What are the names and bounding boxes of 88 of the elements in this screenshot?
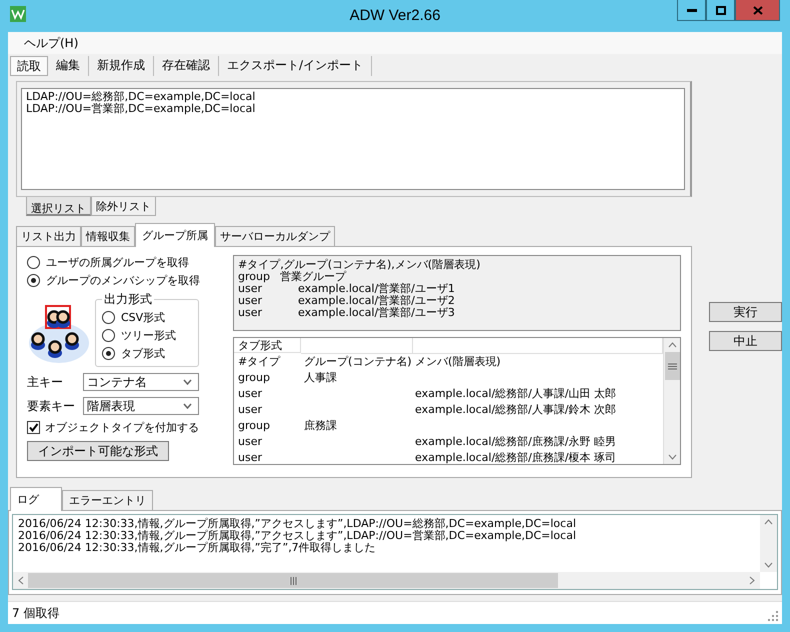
table-cell: 庶務課 [304,418,337,432]
radio-option[interactable]: CSV形式 [102,308,190,326]
scroll-up-icon[interactable] [668,342,676,348]
table-cell: 人事課 [304,370,337,384]
log-tab[interactable]: ログ [10,487,62,511]
list-tab[interactable]: 選択リスト [26,197,91,216]
log-line: 2016/06/24 12:30:33,情報,グループ所属取得,”アクセスします”,LDAP://OU=営業部,DC=example,DC=local [18,530,577,542]
preview-value: example.local/営業部/ユーザ3 [298,307,455,319]
main-tab[interactable]: 読取 [10,56,48,76]
log-line: 2016/06/24 12:30:33,情報,グループ所属取得,”アクセスします”,LDAP://OU=総務部,DC=example,DC=local [18,518,577,530]
main-tab[interactable]: 編集 [48,56,89,76]
action-button[interactable]: 中止 [709,331,782,351]
column-header[interactable]: タブ形式 [234,338,301,353]
scrollbar-thumb[interactable] [28,573,558,588]
scroll-down-icon[interactable] [668,454,676,460]
function-tab[interactable]: 情報収集 [81,226,135,246]
preview-header: #タイプ,グループ(コンテナ名),メンバ(階層表現) [238,259,482,271]
main-tab[interactable]: エクスポート/インポート [219,56,372,76]
table-cell: group [238,418,270,432]
resize-grip-icon [768,611,778,621]
minimize-icon [686,8,696,12]
minimize-button[interactable] [677,0,706,21]
radio-option[interactable]: グループのメンバシップを取得 [27,271,223,289]
dropdown[interactable]: コンテナ名 [83,373,199,391]
maximize-icon [716,6,726,14]
log-tab[interactable]: エラーエントリ [62,490,153,510]
field-label: 要素キー [27,398,76,414]
preview-value: example.local/営業部/ユーザ2 [298,295,455,307]
scroll-down-icon[interactable] [764,562,773,568]
horizontal-scrollbar[interactable] [13,572,760,589]
table-cell: グループ(コンテナ名) [304,354,412,368]
table-cell: example.local/総務部/庶務課/永野 睦男 [415,434,616,448]
main-tab[interactable]: 新規作成 [89,56,154,76]
maximize-button[interactable] [706,0,735,21]
chevron-icon [183,403,192,409]
group-title: 出力形式 [103,291,153,308]
table-cell: example.local/総務部/庶務課/榎本 琢司 [415,450,616,464]
checkbox-option[interactable]: オブジェクトタイプを付加する [27,420,223,435]
scroll-right-icon[interactable] [749,576,755,585]
preview-type: user [238,295,263,307]
function-tab[interactable]: リスト出力 [16,226,81,246]
table-cell: user [238,450,262,464]
close-button[interactable] [735,0,780,21]
table-cell: #タイプ [238,354,280,368]
table-cell: user [238,402,262,416]
radio-option[interactable]: タブ形式 [102,344,190,362]
log-line: 2016/06/24 12:30:33,情報,グループ所属取得,”完了”,7件取得しました [18,542,377,554]
field-label: 主キー [27,374,64,390]
scrollbar-thumb[interactable] [664,352,680,380]
scroll-left-icon[interactable] [18,576,24,585]
main-tab[interactable]: 存在確認 [154,56,219,76]
preview-value: 営業グループ [280,271,346,283]
function-tab[interactable]: グループ所属 [135,223,215,247]
preview-type: user [238,307,263,319]
ldap-path-list[interactable]: LDAP://OU=総務部,DC=example,DC=local LDAP://OU=営業部,DC=example,DC=local [21,88,685,190]
radio-option[interactable]: ツリー形式 [102,326,190,344]
vertical-scrollbar[interactable] [760,515,777,572]
table-cell: user [238,386,262,400]
checkbox-label: オブジェクトタイプを付加する [45,420,199,435]
menu-item[interactable]: ヘルプ(H) [20,35,82,54]
radio-label: グループのメンバシップを取得 [46,272,200,288]
scroll-up-icon[interactable] [764,519,773,525]
window-title: ADW Ver2.66 [350,7,440,24]
preview-type: user [238,283,262,295]
radio-label: ツリー形式 [121,328,176,342]
table-cell: example.local/総務部/人事課/鈴木 次郎 [415,402,616,416]
radio-label: タブ形式 [121,346,165,360]
radio-option[interactable]: ユーザの所属グループを取得 [27,253,223,271]
table-cell: メンバ(階層表現) [415,354,501,368]
ldap-path[interactable]: LDAP://OU=総務部,DC=example,DC=local [26,91,680,103]
preview-type: group [238,271,271,283]
list-tab[interactable]: 除外リスト [91,197,156,216]
chevron-icon [183,379,192,385]
app-logo-icon [10,6,26,22]
table-cell: group [238,370,270,384]
action-button[interactable]: 実行 [709,302,782,322]
close-icon [752,6,762,14]
table-cell: user [238,434,262,448]
vertical-scrollbar[interactable] [663,338,680,464]
radio-label: ユーザの所属グループを取得 [46,254,189,270]
function-tab[interactable]: サーバローカルダンプ [215,226,335,246]
ldap-path[interactable]: LDAP://OU=営業部,DC=example,DC=local [26,103,680,115]
status-text: 7 個取得 [12,604,60,622]
import-format-button[interactable]: インポート可能な形式 [27,441,169,461]
radio-label: CSV形式 [121,310,166,324]
dropdown[interactable]: 階層表現 [83,397,199,415]
preview-value: example.local/営業部/ユーザ1 [298,283,455,295]
table-cell: example.local/総務部/人事課/山田 太郎 [415,386,616,400]
